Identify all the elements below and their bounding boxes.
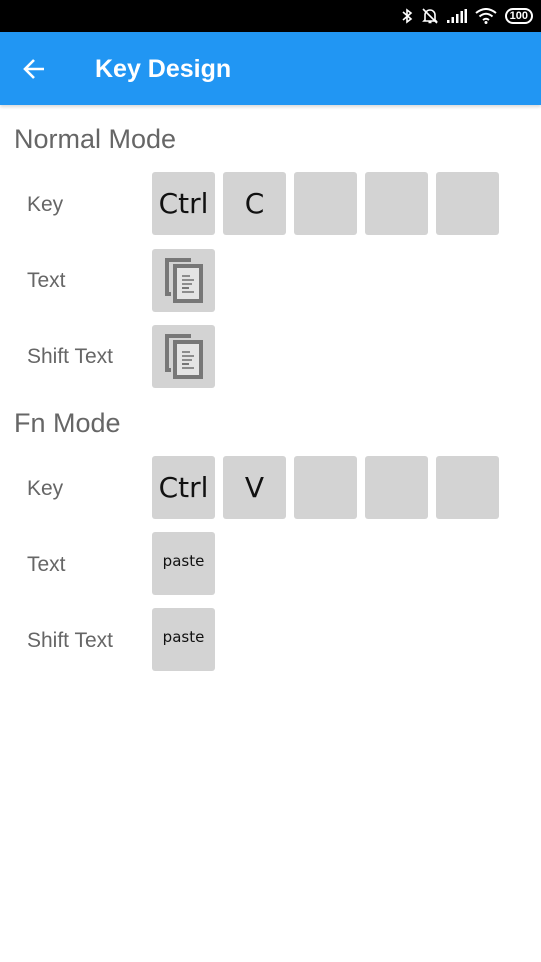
normal-text-row	[152, 249, 215, 312]
text-value-button[interactable]	[152, 249, 215, 312]
fn-key-slot-1[interactable]: Ctrl	[152, 456, 215, 519]
section-title-normal-mode: Normal Mode	[14, 124, 177, 154]
normal-key-row: Ctrl C	[152, 172, 499, 235]
bluetooth-icon	[402, 8, 412, 24]
row-label-text: Text	[27, 269, 66, 292]
key-slot-1[interactable]: Ctrl	[152, 172, 215, 235]
key-slot-2[interactable]: C	[223, 172, 286, 235]
row-label-text: Text	[27, 553, 66, 576]
fn-text-value-button[interactable]: paste	[152, 532, 215, 595]
key-slot-3[interactable]	[294, 172, 357, 235]
content-copy-icon	[164, 333, 203, 379]
row-label-shift-text: Shift Text	[27, 629, 113, 652]
fn-shift-text-row: paste	[152, 608, 215, 671]
fn-key-slot-3[interactable]	[294, 456, 357, 519]
fn-shift-text-value-button[interactable]: paste	[152, 608, 215, 671]
fn-key-slot-2[interactable]: V	[223, 456, 286, 519]
back-button[interactable]	[20, 54, 50, 84]
status-bar: 100	[0, 0, 541, 32]
page-title: Key Design	[95, 55, 232, 83]
key-slot-5[interactable]	[436, 172, 499, 235]
notifications-off-icon	[421, 8, 438, 24]
wifi-icon	[475, 8, 497, 24]
app-bar: Key Design	[0, 32, 541, 105]
fn-text-row: paste	[152, 532, 215, 595]
row-label-shift-text: Shift Text	[27, 345, 113, 368]
content-copy-icon	[164, 257, 203, 303]
normal-shift-text-row	[152, 325, 215, 388]
battery-level: 100	[509, 10, 528, 22]
fn-key-slot-5[interactable]	[436, 456, 499, 519]
key-slot-4[interactable]	[365, 172, 428, 235]
section-title-fn-mode: Fn Mode	[14, 408, 121, 438]
shift-text-value-button[interactable]	[152, 325, 215, 388]
fn-key-row: Ctrl V	[152, 456, 499, 519]
battery-indicator: 100	[504, 8, 533, 24]
row-label-key: Key	[27, 193, 64, 216]
signal-icon	[446, 9, 467, 23]
arrow-left-icon	[23, 59, 44, 79]
fn-key-slot-4[interactable]	[365, 456, 428, 519]
row-label-key: Key	[27, 477, 64, 500]
